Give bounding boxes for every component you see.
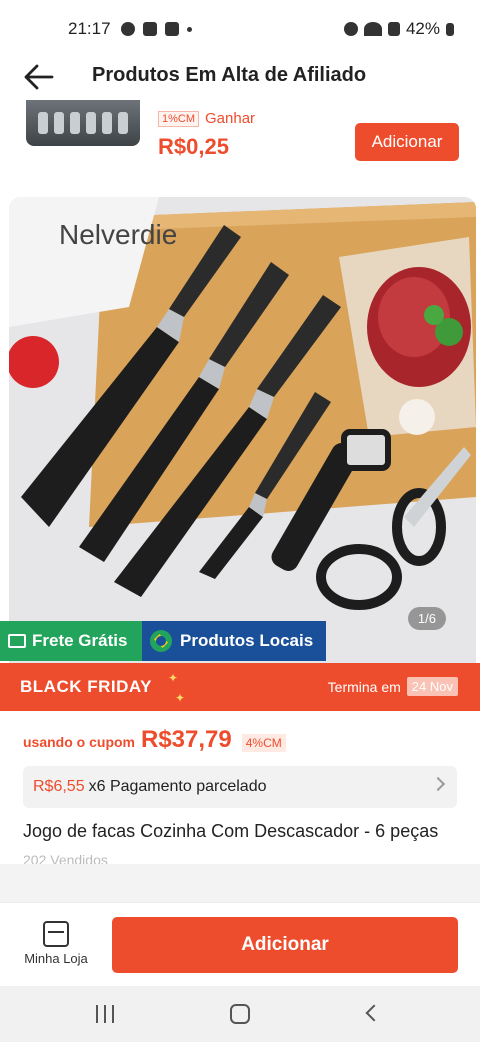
earn-label: Ganhar [205,110,256,127]
battery-percent: 42% [405,19,440,38]
notification-icons [120,22,192,36]
installment-row[interactable]: R$6,55 x6 Pagamento parcelado [23,766,457,808]
store-icon [43,921,69,947]
page-title: Produtos Em Alta de Afiliado [92,64,367,86]
chevron-right-icon [430,776,446,792]
system-navigation-bar [0,986,480,1042]
status-time: 21:17 [68,19,111,38]
installment-text: x6 Pagamento parcelado [88,778,267,795]
more-notifications-icon [186,26,192,32]
coupon-price: R$37,79 [141,726,232,753]
free-shipping-label: Frete Grátis [32,631,128,650]
battery-icon [446,22,454,36]
black-friday-banner: BLACK FRIDAY ✦ ✦ Termina em 24 Nov [0,663,480,711]
coupon-commission-badge: 4%CM [241,734,286,752]
message-icon [164,22,179,36]
product-badges: Frete Grátis Produtos Locais [0,621,326,661]
wifi-icon [363,22,382,36]
alarm-icon [343,22,358,36]
gallery-icon [142,22,157,36]
commission-badge: 1%CM [158,110,200,127]
image-pager: 1/6 [407,607,446,630]
installment-price: R$6,55 [33,778,85,795]
promo-countdown: Termina em 24 Nov [328,677,458,696]
sparkle-icon: ✦ [168,671,179,685]
local-products-badge: Produtos Locais [142,621,326,661]
status-bar: 21:17 42% [0,0,480,58]
sold-count: 202 Vendidos [23,852,108,864]
free-shipping-badge: Frete Grátis [0,621,142,661]
promo-title: BLACK FRIDAY [20,677,152,696]
bottom-action-bar: Minha Loja Adicionar [0,902,480,986]
sparkle-icon: ✦ [175,691,186,705]
product-image[interactable]: Nelverdie 1/6 [9,197,476,663]
earn-value: R$0,25 [158,134,229,159]
system-back-icon[interactable] [365,1004,383,1022]
truck-icon [8,634,26,648]
commission-row: 1%CM Ganhar [158,110,255,127]
brazil-flag-icon [150,630,172,652]
product-name: Jogo de facas Cozinha Com Descascador - … [23,821,439,841]
coupon-label: usando o cupom [23,734,135,750]
tool-kit-thumbnail[interactable] [26,100,140,146]
whatsapp-icon [120,22,135,36]
page-header: Produtos Em Alta de Afiliado [0,52,480,100]
back-arrow-icon[interactable] [22,60,56,94]
add-button-top[interactable]: Adicionar [355,123,459,161]
my-store-label: Minha Loja [24,951,88,966]
signal-icon [387,22,400,36]
my-store-button[interactable]: Minha Loja [18,921,94,966]
home-icon[interactable] [230,1004,250,1024]
section-divider [0,864,480,902]
recent-apps-icon[interactable] [96,1005,114,1023]
coupon-price-row: usando o cupom R$37,79 4%CM [23,726,286,754]
brand-watermark: Nelverdie [59,219,178,250]
promo-ends-date: 24 Nov [406,677,458,696]
knife-set-illustration [9,197,476,663]
promo-ends-label: Termina em [327,678,401,695]
local-products-label: Produtos Locais [180,631,314,650]
add-button[interactable]: Adicionar [112,917,458,973]
